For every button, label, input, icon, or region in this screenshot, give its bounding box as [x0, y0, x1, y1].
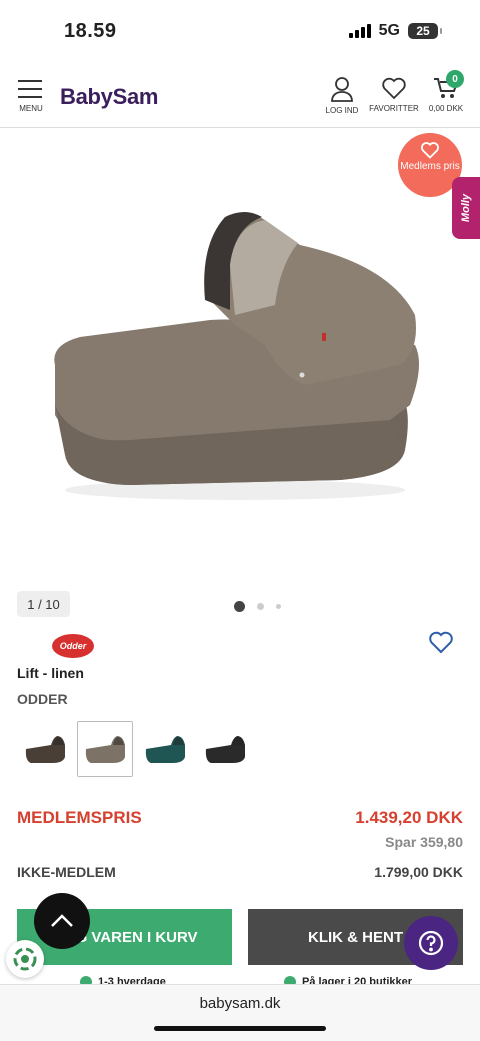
carousel-dot[interactable]: [234, 601, 245, 612]
cart-button[interactable]: 0,00 DKK 0: [426, 70, 466, 113]
image-counter: 1 / 10: [17, 591, 70, 617]
babysam-logo[interactable]: BabySam: [60, 84, 158, 110]
menu-button[interactable]: MENU: [18, 80, 44, 113]
member-badge-label: Medlems pris: [400, 161, 460, 172]
heart-icon: [382, 77, 406, 100]
product-name: Lift - linen: [17, 665, 84, 681]
browser-address-bar[interactable]: babysam.dk: [0, 984, 480, 1041]
chevron-up-icon: [51, 914, 73, 927]
heart-outline-icon: [421, 142, 439, 159]
favorites-label: FAVORITTER: [369, 104, 419, 113]
savings-amount: Spar 359,80: [385, 834, 463, 850]
home-indicator: [154, 1026, 326, 1031]
status-bar: 18.59 5G 25: [0, 0, 480, 64]
nonmember-price-row: IKKE-MEDLEM 1.799,00 DKK: [17, 864, 463, 884]
carousel-dot[interactable]: [257, 603, 264, 610]
eco-badge-button[interactable]: [6, 940, 44, 978]
variant-thumbnail-black[interactable]: [197, 721, 253, 777]
recycle-icon: [13, 947, 37, 971]
odder-brand-logo[interactable]: Odder: [52, 634, 94, 658]
variant-thumbnail-petrol[interactable]: [137, 721, 193, 777]
carrycot-thumbnail-icon: [25, 736, 65, 763]
carrycot-thumbnail-icon: [85, 736, 125, 763]
carrycot-thumbnail-icon: [205, 736, 245, 763]
help-button[interactable]: [404, 916, 458, 970]
variant-thumbnail-linen[interactable]: [77, 721, 133, 777]
signal-icon: [348, 24, 371, 38]
status-indicators: 5G 25: [348, 22, 442, 40]
cart-count-badge: 0: [446, 70, 464, 88]
add-favorite-button[interactable]: [428, 630, 454, 659]
login-label: LOG IND: [325, 106, 359, 115]
variant-thumbnail-dark-brown[interactable]: [17, 721, 73, 777]
carrycot-thumbnail-icon: [145, 736, 185, 763]
favorites-button[interactable]: FAVORITTER: [367, 76, 421, 113]
carousel-dot[interactable]: [276, 604, 281, 609]
hamburger-icon: [18, 80, 44, 98]
url-text[interactable]: babysam.dk: [0, 995, 480, 1012]
product-gallery[interactable]: Medlems pris Molly 1 / 10: [0, 129, 480, 619]
variant-selector[interactable]: [17, 721, 253, 777]
menu-label: MENU: [19, 104, 43, 113]
network-type: 5G: [378, 22, 400, 39]
cart-total: 0,00 DKK: [428, 104, 464, 113]
carousel-dots[interactable]: [234, 601, 281, 612]
site-header: MENU BabySam LOG IND FAVORITTER 0,00 DKK…: [0, 64, 480, 128]
scroll-to-top-button[interactable]: [34, 893, 90, 949]
question-icon: [418, 930, 444, 956]
molly-label: Molly: [460, 193, 472, 223]
molly-chat-tab[interactable]: Molly: [452, 177, 480, 239]
user-icon: [331, 77, 353, 102]
nonmember-price: 1.799,00 DKK: [374, 864, 463, 880]
status-time: 18.59: [64, 20, 117, 42]
product-brand[interactable]: ODDER: [17, 691, 68, 707]
member-price: 1.439,20 DKK: [355, 808, 463, 827]
heart-icon: [429, 631, 453, 654]
product-image-carrycot[interactable]: [40, 205, 430, 505]
login-button[interactable]: LOG IND: [324, 76, 360, 115]
member-price-row: MEDLEMSPRIS 1.439,20 DKK Spar 359,80: [17, 808, 463, 854]
battery-icon: 25: [408, 23, 442, 39]
battery-level: 25: [416, 24, 430, 38]
